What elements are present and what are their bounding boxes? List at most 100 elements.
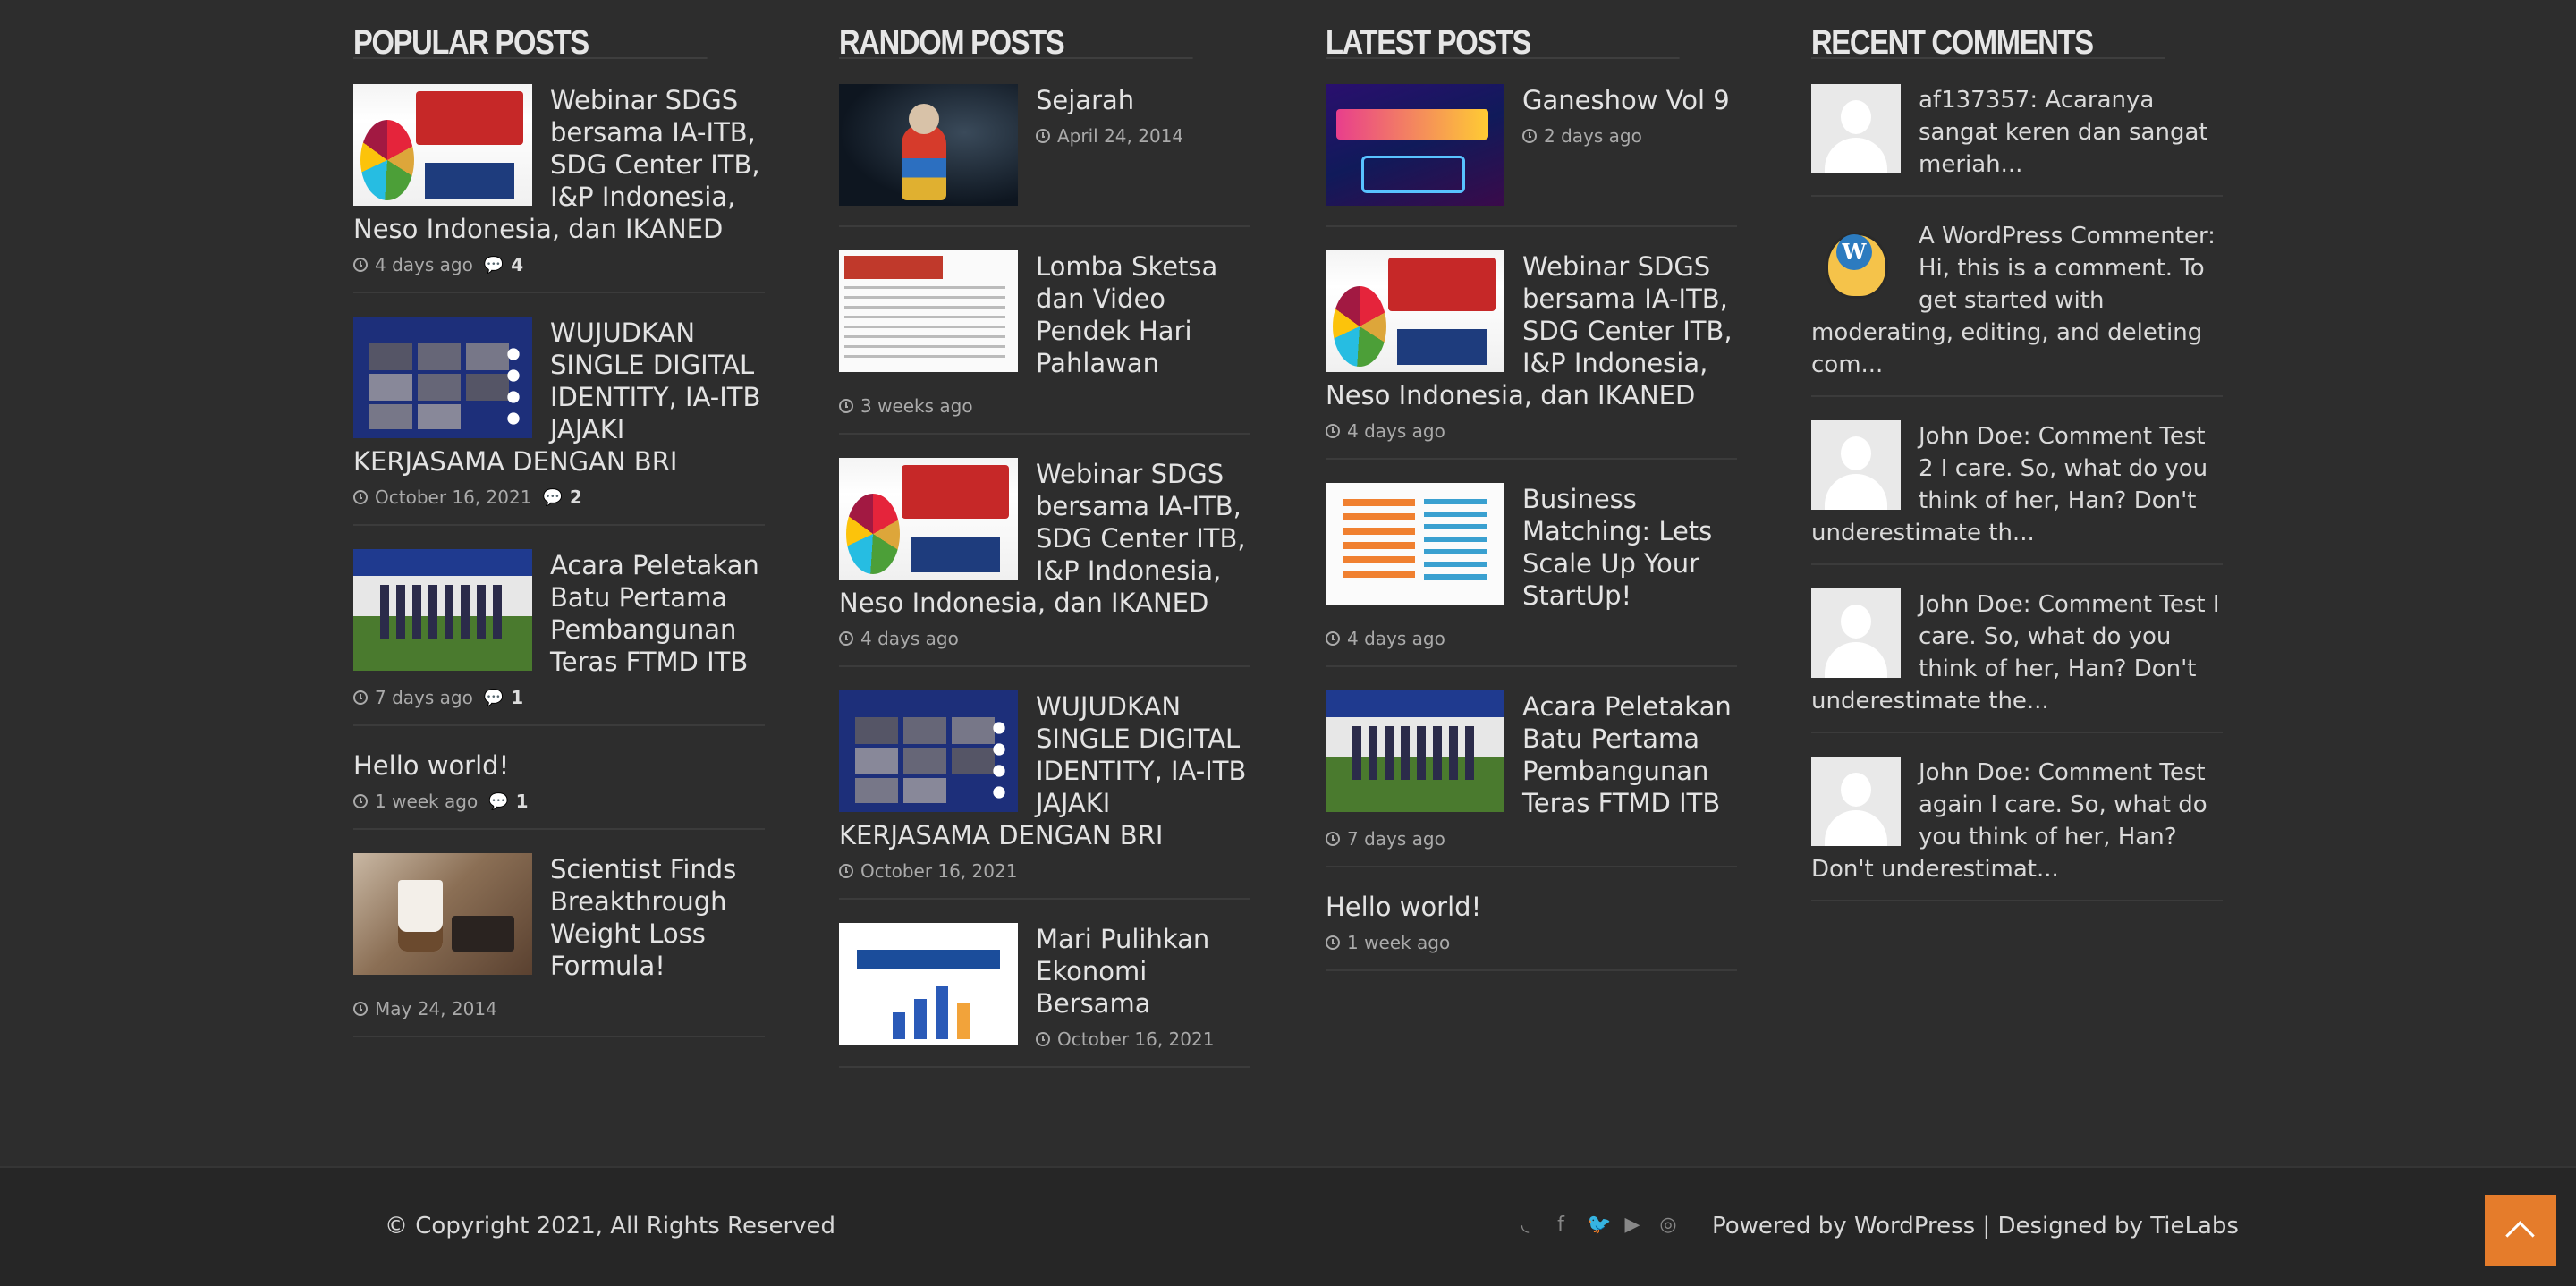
comment-icon: 💬 bbox=[483, 688, 504, 707]
clock-icon bbox=[1036, 129, 1050, 143]
default-avatar[interactable] bbox=[1811, 420, 1901, 510]
clock-icon bbox=[839, 399, 853, 413]
post-date: 1 week ago bbox=[1347, 932, 1451, 953]
recent-comments-widget: RECENT COMMENTS af137357: Acaranya sanga… bbox=[1811, 0, 2223, 901]
popular-posts-title: POPULAR POSTS bbox=[353, 0, 708, 60]
comment-count[interactable]: 4 bbox=[511, 254, 523, 275]
teras-ftmd-thumbnail[interactable] bbox=[353, 549, 532, 671]
comment-count[interactable]: 1 bbox=[516, 791, 529, 812]
youtube-icon[interactable]: ▶ bbox=[1623, 1214, 1642, 1236]
clock-icon bbox=[839, 631, 853, 646]
random-post-item: Mari Pulihkan Ekonomi Bersama October 16… bbox=[839, 900, 1250, 1068]
twitter-icon[interactable]: 🐦 bbox=[1587, 1214, 1611, 1236]
random-posts-widget: RANDOM POSTS Sejarah April 24, 2014 Lomb… bbox=[839, 0, 1250, 1068]
business-matching-thumbnail[interactable] bbox=[1326, 483, 1504, 605]
coffee-thumbnail[interactable] bbox=[353, 853, 532, 975]
comment-icon: 💬 bbox=[488, 791, 509, 811]
post-date: October 16, 2021 bbox=[1057, 1028, 1215, 1050]
post-meta: October 16, 2021 💬 2 bbox=[353, 486, 765, 508]
sketsa-thumbnail[interactable] bbox=[839, 250, 1018, 372]
clock-icon bbox=[839, 864, 853, 878]
post-meta: October 16, 2021 bbox=[1036, 1028, 1250, 1050]
powered-by-text[interactable]: Powered by WordPress | Designed by TieLa… bbox=[1712, 1213, 2239, 1239]
popular-post-item: WUJUDKAN SINGLE DIGITAL IDENTITY, IA-ITB… bbox=[353, 293, 765, 526]
default-avatar[interactable] bbox=[1811, 757, 1901, 846]
comment-count[interactable]: 2 bbox=[570, 486, 582, 508]
post-meta: 1 week ago bbox=[1326, 932, 1737, 953]
post-meta: 7 days ago bbox=[1326, 828, 1737, 850]
post-date: May 24, 2014 bbox=[375, 998, 497, 1019]
post-meta: 4 days ago bbox=[1326, 621, 1737, 649]
post-date: 4 days ago bbox=[1347, 420, 1445, 442]
random-post-item: WUJUDKAN SINGLE DIGITAL IDENTITY, IA-ITB… bbox=[839, 667, 1250, 900]
recent-comments-title: RECENT COMMENTS bbox=[1811, 0, 2165, 60]
post-meta: May 24, 2014 bbox=[353, 991, 765, 1019]
popular-post-item: Acara Peletakan Batu Pertama Pembangunan… bbox=[353, 526, 765, 726]
default-avatar[interactable] bbox=[1811, 588, 1901, 678]
clock-icon bbox=[353, 690, 368, 705]
sdgs-webinar-thumbnail[interactable] bbox=[1326, 250, 1504, 372]
popular-posts-widget: POPULAR POSTS Webinar SDGS bersama IA-IT… bbox=[353, 0, 765, 1037]
comment-item: John Doe: Comment Test 2 I care. So, wha… bbox=[1811, 397, 2223, 565]
random-post-item: Webinar SDGS bersama IA-ITB, SDG Center … bbox=[839, 435, 1250, 667]
ganeshow-thumbnail[interactable] bbox=[1326, 84, 1504, 206]
default-avatar[interactable] bbox=[1811, 84, 1901, 173]
clock-icon bbox=[353, 794, 368, 808]
comment-item: W A WordPress Commenter: Hi, this is a c… bbox=[1811, 197, 2223, 397]
post-date: 7 days ago bbox=[1347, 828, 1445, 850]
popular-post-item: Webinar SDGS bersama IA-ITB, SDG Center … bbox=[353, 59, 765, 293]
clock-icon bbox=[353, 1002, 368, 1016]
zoom-meeting-thumbnail[interactable] bbox=[839, 690, 1018, 812]
pulihkan-ekonomi-thumbnail[interactable] bbox=[839, 923, 1018, 1045]
comment-icon: 💬 bbox=[542, 487, 563, 507]
rss-icon[interactable]: ◟ bbox=[1515, 1214, 1535, 1236]
comment-link[interactable]: af137357: Acaranya sangat keren dan sang… bbox=[1919, 87, 2208, 178]
instagram-icon[interactable]: ◎ bbox=[1658, 1214, 1678, 1236]
post-date: October 16, 2021 bbox=[860, 860, 1018, 882]
post-title-link[interactable]: Hello world! bbox=[353, 749, 765, 782]
clock-icon bbox=[1036, 1032, 1050, 1046]
child-thumbnail[interactable] bbox=[839, 84, 1018, 206]
zoom-meeting-thumbnail[interactable] bbox=[353, 317, 532, 438]
teras-ftmd-thumbnail[interactable] bbox=[1326, 690, 1504, 812]
latest-post-item: Webinar SDGS bersama IA-ITB, SDG Center … bbox=[1326, 227, 1737, 460]
post-meta: April 24, 2014 bbox=[1036, 125, 1250, 147]
clock-icon bbox=[1326, 631, 1340, 646]
comment-count[interactable]: 1 bbox=[511, 687, 523, 708]
post-date: April 24, 2014 bbox=[1057, 125, 1184, 147]
clock-icon bbox=[1326, 424, 1340, 438]
copyright-text: © Copyright 2021, All Rights Reserved bbox=[385, 1213, 836, 1239]
latest-post-item: Acara Peletakan Batu Pertama Pembangunan… bbox=[1326, 667, 1737, 867]
post-date: 4 days ago bbox=[1347, 628, 1445, 649]
random-post-item: Lomba Sketsa dan Video Pendek Hari Pahla… bbox=[839, 227, 1250, 435]
latest-post-item: Business Matching: Lets Scale Up Your St… bbox=[1326, 460, 1737, 667]
post-date: 7 days ago bbox=[375, 687, 473, 708]
post-title-link[interactable]: Hello world! bbox=[1326, 891, 1737, 923]
sdgs-webinar-thumbnail[interactable] bbox=[353, 84, 532, 206]
random-posts-title: RANDOM POSTS bbox=[839, 0, 1193, 60]
clock-icon bbox=[353, 258, 368, 272]
wordpress-icon: W bbox=[1836, 234, 1872, 270]
comment-item: John Doe: Comment Test I care. So, what … bbox=[1811, 565, 2223, 733]
latest-posts-widget: LATEST POSTS Ganeshow Vol 9 2 days ago W… bbox=[1326, 0, 1737, 971]
comment-item: John Doe: Comment Test again I care. So,… bbox=[1811, 733, 2223, 901]
post-meta: 2 days ago bbox=[1522, 125, 1737, 147]
latest-posts-title: LATEST POSTS bbox=[1326, 0, 1680, 60]
latest-post-item: Hello world! 1 week ago bbox=[1326, 867, 1737, 971]
post-meta: 4 days ago bbox=[839, 628, 1250, 649]
scroll-to-top-button[interactable] bbox=[2485, 1195, 2556, 1266]
post-date: October 16, 2021 bbox=[375, 486, 532, 508]
social-icons: ◟ f 🐦 ▶ ◎ bbox=[1515, 1214, 1678, 1236]
clock-icon bbox=[1522, 129, 1537, 143]
post-date: 1 week ago bbox=[375, 791, 479, 812]
wapuu-avatar[interactable]: W bbox=[1811, 220, 1901, 309]
popular-post-item: Scientist Finds Breakthrough Weight Loss… bbox=[353, 830, 765, 1037]
post-date: 2 days ago bbox=[1544, 125, 1642, 147]
random-post-item: Sejarah April 24, 2014 bbox=[839, 59, 1250, 227]
clock-icon bbox=[1326, 935, 1340, 950]
clock-icon bbox=[353, 490, 368, 504]
site-footer: © Copyright 2021, All Rights Reserved ◟ … bbox=[0, 1166, 2576, 1286]
post-meta: 1 week ago 💬 1 bbox=[353, 791, 765, 812]
facebook-icon[interactable]: f bbox=[1551, 1214, 1571, 1236]
sdgs-webinar-thumbnail[interactable] bbox=[839, 458, 1018, 580]
